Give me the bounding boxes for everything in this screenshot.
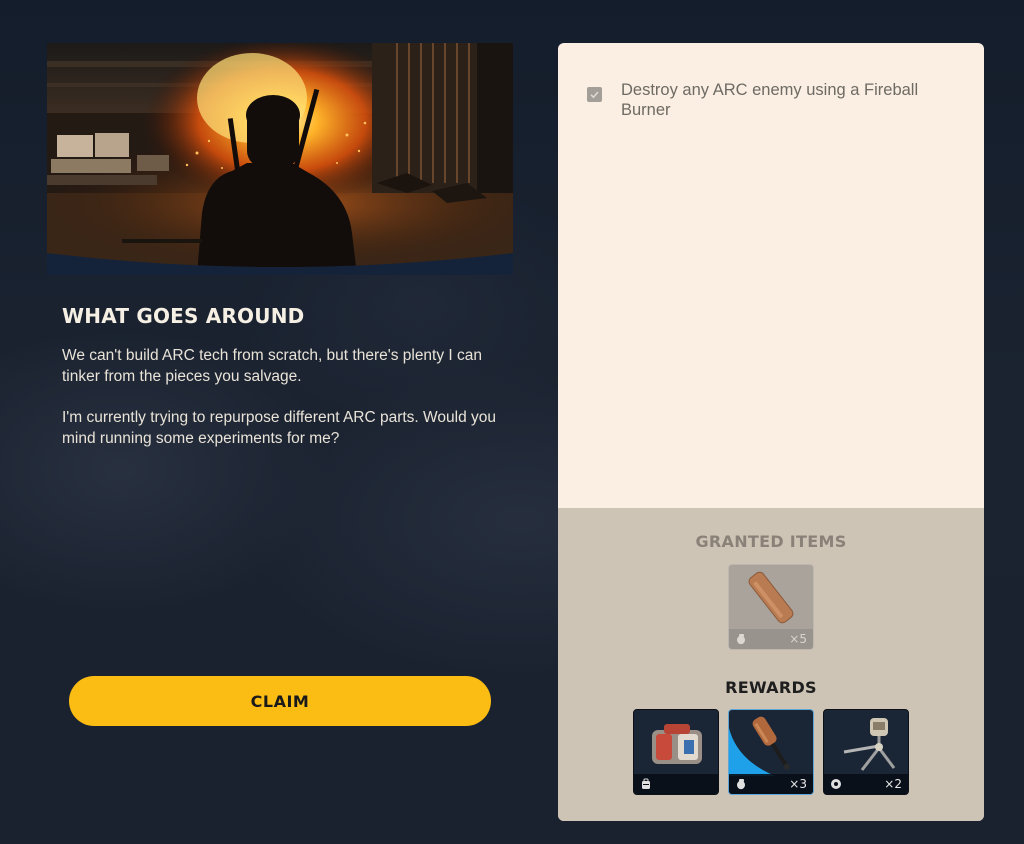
- item-quantity: ×2: [884, 777, 902, 791]
- quest-screen: WHAT GOES AROUND We can't build ARC tech…: [0, 0, 1024, 844]
- quest-description-paragraph: I'm currently trying to repurpose differ…: [62, 409, 496, 447]
- quest-description: We can't build ARC tech from scratch, bu…: [62, 345, 502, 469]
- objective-text: Destroy any ARC enemy using a Fireball B…: [621, 81, 919, 119]
- objective-checkbox: [587, 87, 602, 102]
- claim-button[interactable]: CLAIM: [69, 676, 491, 726]
- grenade-icon: [737, 779, 745, 790]
- reward-item[interactable]: ×2: [823, 709, 909, 795]
- checkmark-icon: [590, 91, 599, 99]
- backpack-icon: [642, 778, 650, 789]
- item-footer: ×5: [729, 629, 813, 649]
- granted-items-label: GRANTED ITEMS: [695, 532, 847, 551]
- rewards-label: REWARDS: [725, 678, 817, 697]
- objectives-panel: Destroy any ARC enemy using a Fireball B…: [558, 43, 984, 821]
- quest-title: WHAT GOES AROUND: [62, 304, 305, 328]
- reward-item[interactable]: ×3: [728, 709, 814, 795]
- gadget-icon: [831, 779, 841, 789]
- augment-item-icon: [652, 724, 702, 764]
- grenade-icon: [737, 634, 745, 645]
- granted-item[interactable]: ×5: [728, 564, 814, 650]
- item-quantity: ×3: [789, 777, 807, 791]
- deployable-item-icon: [843, 718, 896, 771]
- objective-item: Destroy any ARC enemy using a Fireball B…: [587, 80, 941, 120]
- item-footer: ×2: [824, 774, 908, 794]
- fireball-burner-item-icon: [748, 571, 794, 624]
- quest-description-paragraph: We can't build ARC tech from scratch, bu…: [62, 347, 483, 385]
- rewards-section: GRANTED ITEMS ×5 REWARDS ×3 ×2: [558, 508, 984, 821]
- item-footer: [634, 774, 718, 794]
- reward-item[interactable]: [633, 709, 719, 795]
- item-quantity: ×5: [789, 632, 807, 646]
- quest-image: [47, 43, 513, 275]
- grenade-item-icon: [729, 716, 790, 776]
- item-footer: ×3: [729, 774, 813, 794]
